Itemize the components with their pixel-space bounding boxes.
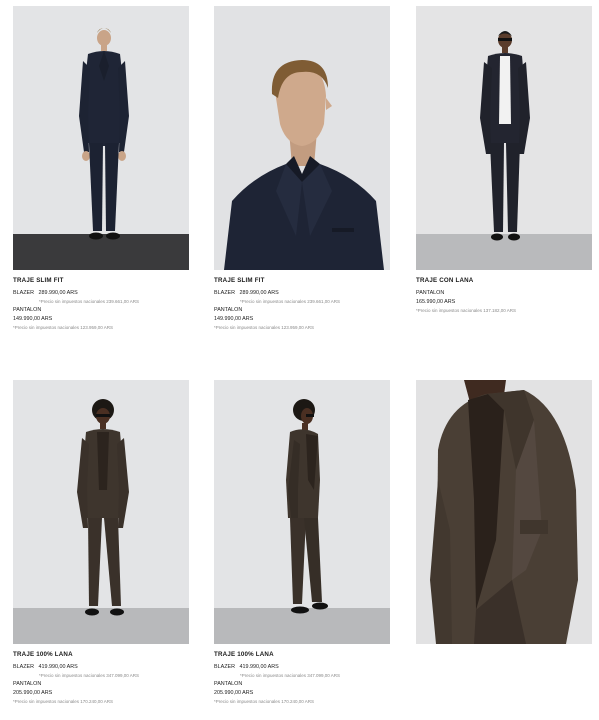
product-info: TRAJE 100% LANA BLAZER 419.990,00 ARS *P… [214, 644, 390, 706]
product-info: TRAJE SLIM FIT BLAZER 289.990,00 ARS *Pr… [13, 270, 189, 332]
product-card[interactable]: TRAJE 100% LANA BLAZER 419.990,00 ARS *P… [214, 380, 390, 706]
product-card[interactable]: TRAJE SLIM FIT BLAZER 289.990,00 ARS *Pr… [13, 6, 189, 332]
product-image[interactable] [416, 380, 592, 644]
item-label: BLAZER [13, 664, 34, 670]
price-line: BLAZER 289.990,00 ARS [13, 289, 189, 298]
tax-note: *Precio sin impuestos nacionales 239.661… [39, 299, 140, 304]
price-line: PANTALON [214, 680, 390, 689]
item-price: 165.990,00 ARS [416, 299, 456, 305]
product-info [416, 644, 592, 651]
product-info: TRAJE 100% LANA BLAZER 419.990,00 ARS *P… [13, 644, 189, 706]
price-line: BLAZER 419.990,00 ARS [13, 663, 189, 672]
product-info: TRAJE SLIM FIT BLAZER 289.990,00 ARS *Pr… [214, 270, 390, 332]
product-title[interactable]: TRAJE CON LANA [416, 277, 592, 285]
product-card[interactable] [416, 380, 592, 651]
item-price: 419.990,00 ARS [38, 664, 78, 670]
model-photo-navy-slimfit-portrait [214, 6, 390, 270]
tax-note: *Precio sin impuestos nacionales 170.240… [13, 699, 114, 704]
item-label: BLAZER [214, 290, 235, 296]
item-price: 205.990,00 ARS [214, 690, 254, 696]
tax-note: *Precio sin impuestos nacionales 347.099… [240, 673, 341, 678]
product-image[interactable] [214, 380, 390, 644]
item-price: 149.990,00 ARS [214, 316, 254, 322]
model-photo-brown-wool-suit-front [13, 380, 189, 644]
price-line: BLAZER 419.990,00 ARS [214, 663, 390, 672]
product-image[interactable] [13, 6, 189, 270]
item-label: BLAZER [214, 664, 235, 670]
item-label: PANTALON [13, 307, 42, 313]
product-image[interactable] [214, 6, 390, 270]
model-photo-brown-suit-closeup [416, 380, 592, 644]
tax-note: *Precio sin impuestos nacionales 347.099… [39, 673, 140, 678]
product-card[interactable]: TRAJE SLIM FIT BLAZER 289.990,00 ARS *Pr… [214, 6, 390, 332]
price-line: BLAZER 289.990,00 ARS [214, 289, 390, 298]
tax-note: *Precio sin impuestos nacionales 123.959… [214, 325, 315, 330]
item-price: 149.990,00 ARS [13, 316, 53, 322]
price-line: PANTALON [214, 306, 390, 315]
tax-note: *Precio sin impuestos nacionales 123.959… [13, 325, 114, 330]
model-photo-brown-wool-suit-side [214, 380, 390, 644]
model-photo-navy-slimfit-full [13, 6, 189, 270]
product-card[interactable]: TRAJE CON LANA PANTALON 165.990,00 ARS *… [416, 6, 592, 315]
price-line: PANTALON [13, 306, 189, 315]
product-info: TRAJE CON LANA PANTALON 165.990,00 ARS *… [416, 270, 592, 315]
item-price: 289.990,00 ARS [239, 290, 279, 296]
item-label: PANTALON [13, 681, 42, 687]
product-card[interactable]: TRAJE 100% LANA BLAZER 419.990,00 ARS *P… [13, 380, 189, 706]
product-image[interactable] [13, 380, 189, 644]
product-image[interactable] [416, 6, 592, 270]
item-label: PANTALON [416, 290, 445, 296]
item-price: 205.990,00 ARS [13, 690, 53, 696]
item-price: 289.990,00 ARS [38, 290, 78, 296]
product-title[interactable]: TRAJE 100% LANA [13, 651, 189, 659]
item-price: 419.990,00 ARS [239, 664, 279, 670]
tax-note: *Precio sin impuestos nacionales 137.182… [416, 308, 517, 313]
model-photo-dark-wool-suit [416, 6, 592, 270]
item-label: BLAZER [13, 290, 34, 296]
tax-note: *Precio sin impuestos nacionales 170.240… [214, 699, 315, 704]
product-title[interactable]: TRAJE SLIM FIT [13, 277, 189, 285]
item-label: PANTALON [214, 681, 243, 687]
item-label: PANTALON [214, 307, 243, 313]
product-title[interactable]: TRAJE 100% LANA [214, 651, 390, 659]
tax-note: *Precio sin impuestos nacionales 239.661… [240, 299, 341, 304]
price-line: PANTALON [13, 680, 189, 689]
product-title[interactable]: TRAJE SLIM FIT [214, 277, 390, 285]
